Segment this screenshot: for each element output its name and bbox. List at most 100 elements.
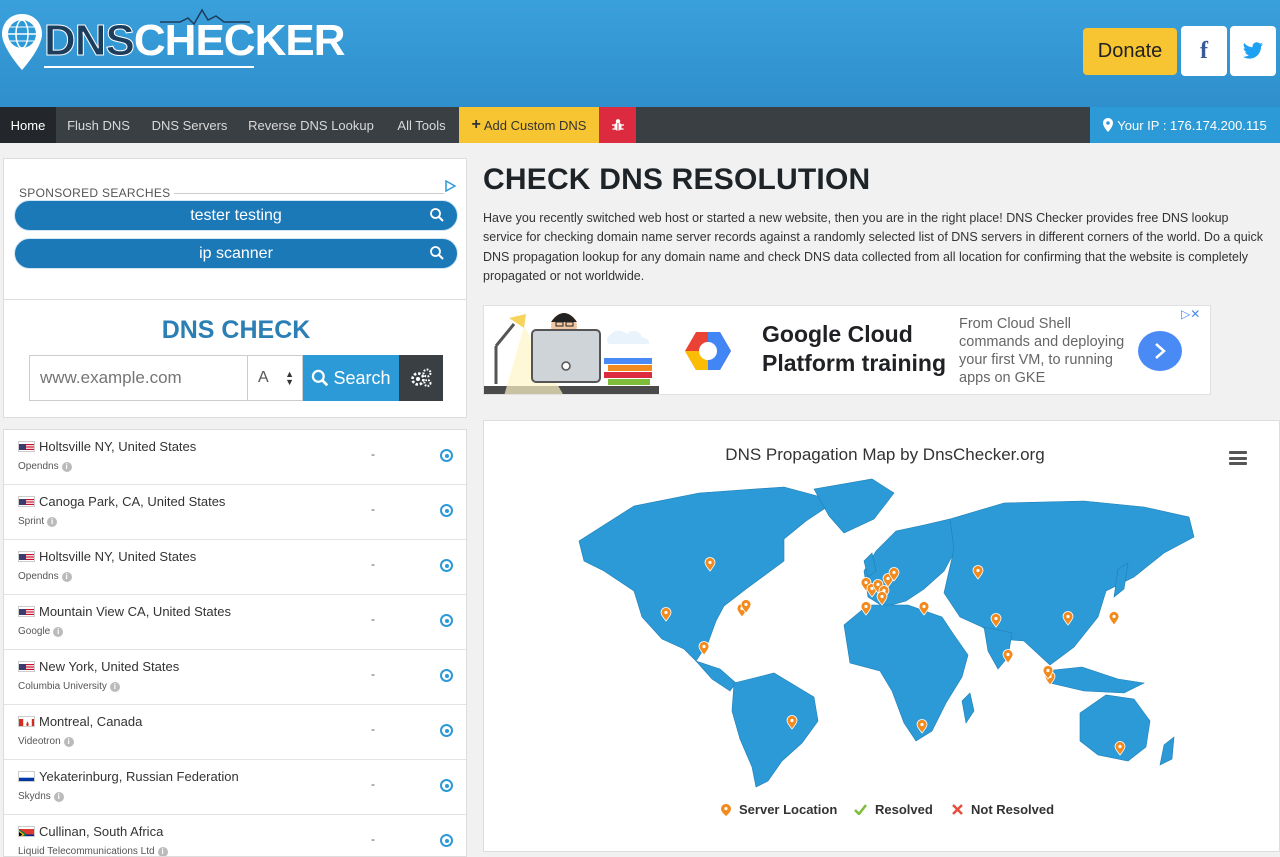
search-button-label: Search xyxy=(333,367,391,388)
settings-button[interactable] xyxy=(399,355,443,401)
adchoices-icon[interactable] xyxy=(444,180,456,192)
info-icon[interactable]: i xyxy=(53,626,64,637)
sponsored-search-label: ip scanner xyxy=(199,244,273,262)
cross-icon xyxy=(952,804,963,815)
record-type-value: A xyxy=(258,369,269,386)
ad-illustration xyxy=(484,306,659,394)
server-location: Montreal, Canada xyxy=(39,714,143,729)
server-result: - xyxy=(371,777,375,791)
server-provider-name: Google xyxy=(18,626,51,637)
server-provider-name: Opendns xyxy=(18,571,59,582)
info-icon[interactable]: i xyxy=(61,461,72,472)
record-type-select[interactable]: A ▲ ▼ xyxy=(248,355,303,401)
server-row: Yekaterinburg, Russian Federation Skydns i… xyxy=(4,760,466,815)
map-region-australia xyxy=(1079,694,1151,762)
google-cloud-logo-icon xyxy=(685,332,731,370)
ad-title: Google Cloud Platform training xyxy=(762,321,947,376)
info-icon[interactable]: i xyxy=(61,571,72,582)
flag-ru-icon xyxy=(18,771,35,782)
nav-all-tools[interactable]: All Tools xyxy=(384,107,459,143)
info-icon[interactable]: i xyxy=(157,846,168,856)
map-region-greenland xyxy=(813,478,895,534)
server-marker-dot xyxy=(876,582,880,587)
search-button[interactable]: Search xyxy=(303,355,399,401)
locate-on-map-icon[interactable] xyxy=(440,834,453,847)
nav-home[interactable]: Home xyxy=(0,107,56,143)
server-result: - xyxy=(371,722,375,736)
sponsored-search-label: tester testing xyxy=(190,206,282,224)
ad-banner[interactable]: Google Cloud Platform training From Clou… xyxy=(483,305,1211,395)
server-marker-dot xyxy=(864,604,868,609)
server-marker-dot xyxy=(922,604,926,609)
locate-on-map-icon[interactable] xyxy=(440,779,453,792)
search-icon xyxy=(430,246,444,260)
server-location: Holtsville NY, United States xyxy=(39,549,197,564)
nav-reverse-dns-lookup[interactable]: Reverse DNS Lookup xyxy=(238,107,384,143)
server-result: - xyxy=(371,557,375,571)
sponsored-search-item[interactable]: ip scanner xyxy=(14,238,458,269)
server-provider: Google i xyxy=(18,626,64,637)
nav-flush-dns[interactable]: Flush DNS xyxy=(56,107,141,143)
domain-input[interactable] xyxy=(29,355,248,401)
locate-on-map-icon[interactable] xyxy=(440,504,453,517)
server-location: Holtsville NY, United States xyxy=(39,439,197,454)
server-provider-name: Sprint xyxy=(18,516,45,527)
info-icon[interactable]: i xyxy=(109,681,120,692)
server-marker-dot xyxy=(1006,652,1010,657)
map-region-north-america xyxy=(578,486,837,662)
dns-check-panel: DNS CHECK A ▲▼ Search xyxy=(3,300,467,418)
server-marker-dot xyxy=(790,718,794,723)
server-location: Yekaterinburg, Russian Federation xyxy=(39,769,239,784)
sponsored-divider xyxy=(174,193,444,194)
sponsored-search-item[interactable]: tester testing xyxy=(14,200,458,231)
server-result: - xyxy=(371,667,375,681)
your-ip-badge: Your IP : 176.174.200.115 xyxy=(1090,107,1280,143)
donate-button[interactable]: Donate xyxy=(1083,28,1177,75)
server-marker-dot xyxy=(744,602,748,607)
legend-resolved: Resolved xyxy=(854,802,933,817)
server-marker-dot xyxy=(880,594,884,599)
server-provider-name: Videotron xyxy=(18,736,61,747)
info-icon[interactable]: i xyxy=(47,516,58,527)
server-row: Holtsville NY, United States Opendns i - xyxy=(4,430,466,485)
bug-icon xyxy=(611,119,624,131)
ad-description: From Cloud Shell commands and deploying … xyxy=(959,316,1125,386)
ad-open-button[interactable] xyxy=(1138,331,1182,371)
info-icon[interactable]: i xyxy=(53,791,64,802)
locate-on-map-icon[interactable] xyxy=(440,724,453,737)
map-region-south-america xyxy=(731,672,819,788)
flag-za-icon xyxy=(18,826,35,837)
server-provider-name: Opendns xyxy=(18,461,59,472)
nav-add-custom-dns[interactable]: + Add Custom DNS xyxy=(459,107,599,143)
server-marker-dot xyxy=(864,580,868,585)
server-provider: Videotron i xyxy=(18,736,74,747)
twitter-button[interactable] xyxy=(1230,26,1276,76)
server-result: - xyxy=(371,832,375,846)
server-marker[interactable] xyxy=(1108,611,1120,626)
locate-on-map-icon[interactable] xyxy=(440,559,453,572)
server-result: - xyxy=(371,612,375,626)
flag-us-icon xyxy=(18,551,35,562)
nav-add-custom-dns-label: Add Custom DNS xyxy=(483,117,587,133)
server-marker-dot xyxy=(886,576,890,581)
server-result: - xyxy=(371,447,375,461)
locate-on-map-icon[interactable] xyxy=(440,669,453,682)
nav-dns-servers[interactable]: DNS Servers xyxy=(141,107,238,143)
adchoices-close-icon[interactable]: ▷✕ xyxy=(1181,307,1200,321)
site-logo[interactable]: DNSCHECKER xyxy=(0,2,345,72)
page-title: CHECK DNS RESOLUTION xyxy=(483,163,871,196)
server-row: Montreal, Canada Videotron i - xyxy=(4,705,466,760)
site-header: DNSCHECKER Donate f xyxy=(0,0,1280,107)
map-region-central-america xyxy=(695,660,737,692)
locate-on-map-icon[interactable] xyxy=(440,449,453,462)
locate-on-map-icon[interactable] xyxy=(440,614,453,627)
logo-underline xyxy=(44,66,254,68)
server-marker-dot xyxy=(1066,614,1070,619)
nav-report-bug[interactable] xyxy=(599,107,636,143)
facebook-button[interactable]: f xyxy=(1181,26,1227,76)
server-marker-dot xyxy=(1118,744,1122,749)
server-provider-name: Columbia University xyxy=(18,681,107,692)
server-location: Canoga Park, CA, United States xyxy=(39,494,226,509)
plus-icon: + xyxy=(471,116,481,133)
info-icon[interactable]: i xyxy=(63,736,74,747)
